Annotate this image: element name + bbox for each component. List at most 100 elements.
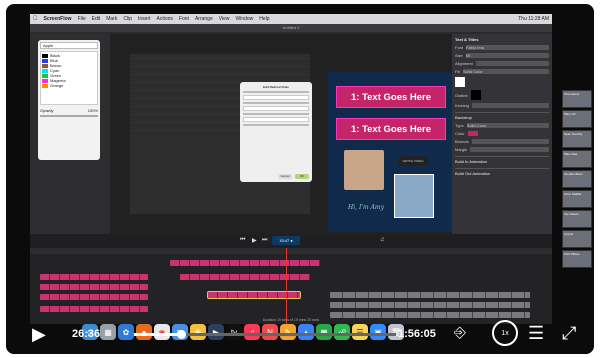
- signature-text: Hi, I'm Amy: [348, 204, 384, 211]
- volume-icon[interactable]: ♫: [380, 237, 385, 243]
- screenflow-window: Untitled 2 Edit Redirect Rule Cancel OK …: [30, 24, 552, 324]
- participant-tile[interactable]: Mary Mae: [562, 150, 592, 168]
- dialog-field[interactable]: [243, 95, 309, 100]
- opacity-label: Opacity: [40, 108, 54, 113]
- margin-slider[interactable]: [470, 147, 549, 152]
- inspector-title: Text & Titles: [455, 37, 479, 42]
- opacity-row: Opacity 100%: [40, 108, 98, 113]
- fullscreen-icon[interactable]: ⤢: [562, 324, 576, 342]
- timeline-ruler[interactable]: [30, 248, 552, 254]
- chapters-icon[interactable]: ☰: [528, 324, 544, 342]
- fill-select[interactable]: Solid Color: [463, 69, 549, 74]
- participant-tile[interactable]: Mary Ott: [562, 110, 592, 128]
- color-label: Color: [455, 131, 465, 136]
- timeline-clip[interactable]: [40, 306, 148, 312]
- title-banner-bottom[interactable]: 1: Text Goes Here: [336, 118, 446, 140]
- bounds-label: Bounds: [455, 139, 469, 144]
- menu-item[interactable]: File: [78, 16, 86, 22]
- menu-item[interactable]: Mark: [106, 16, 117, 22]
- build-out-section[interactable]: Build Out Animation: [455, 168, 549, 176]
- timeline-clip[interactable]: [40, 274, 148, 280]
- color-swatch: [42, 68, 48, 73]
- timeline-clip[interactable]: [180, 274, 310, 280]
- build-in-section[interactable]: Build In Animation: [455, 156, 549, 164]
- alignment-buttons[interactable]: [475, 61, 549, 66]
- participant-tile[interactable]: Anne Shaffer: [562, 190, 592, 208]
- menu-item[interactable]: Clip: [123, 16, 132, 22]
- menu-item[interactable]: Help: [259, 16, 269, 22]
- timeline-clip[interactable]: [330, 292, 530, 298]
- webcam-overlay[interactable]: [394, 174, 434, 218]
- cancel-button[interactable]: Cancel: [278, 174, 292, 179]
- participant-tile[interactable]: Lisa M: [562, 230, 592, 248]
- size-field[interactable]: 60: [465, 53, 549, 58]
- ok-button[interactable]: OK: [295, 174, 309, 179]
- fill-color-swatch[interactable]: [455, 77, 465, 87]
- timecode-display: 15:47 ●: [272, 236, 300, 245]
- backdrop-color-swatch[interactable]: [467, 131, 478, 136]
- menu-item[interactable]: Insert: [138, 16, 151, 22]
- participant-tile[interactable]: Joe Nelson: [562, 210, 592, 228]
- menu-item[interactable]: Edit: [92, 16, 101, 22]
- playback-controls: ⏮ ▶ ⏭ 15:47 ● ♫: [30, 234, 552, 248]
- video-preview[interactable]: 1: Text Goes Here 1: Text Goes Here WATC…: [328, 72, 452, 232]
- remaining-time: 1:56:05: [398, 328, 436, 340]
- progress-bar[interactable]: [134, 330, 396, 339]
- watch-video-pill[interactable]: WATCH VIDEO: [398, 156, 428, 166]
- timeline-clip[interactable]: [330, 302, 530, 308]
- speed-control[interactable]: 1x: [492, 320, 518, 346]
- participant-tile[interactable]: Jennifer Brian: [562, 170, 592, 188]
- menubar:  ScreenFlow File Edit Mark Clip Insert …: [30, 14, 552, 24]
- participant-gallery: Tina Gainor Mary Ott Ryan Dorothy Mary M…: [562, 90, 594, 270]
- color-list-select[interactable]: Apple: [40, 42, 98, 49]
- menubar-clock: Thu 11:28 AM: [518, 16, 549, 22]
- inspector-panel: Text & Titles Font Fabio Ima Size 60 Align…: [452, 34, 552, 234]
- color-item[interactable]: Orange: [42, 83, 96, 88]
- title-banner-top[interactable]: 1: Text Goes Here: [336, 86, 446, 108]
- participant-tile[interactable]: Tina Gainor: [562, 90, 592, 108]
- forward-icon[interactable]: ⏭: [262, 237, 267, 244]
- menu-item[interactable]: Arrange: [195, 16, 213, 22]
- apple-icon[interactable]: : [33, 16, 38, 22]
- dialog-line: [243, 91, 309, 93]
- timeline[interactable]: Duration 19 secs of 19 mins 20 secs: [30, 248, 552, 324]
- type-select[interactable]: Solid Color: [466, 123, 549, 128]
- menu-item[interactable]: Window: [236, 16, 254, 22]
- progress-knob[interactable]: [177, 330, 187, 339]
- playhead[interactable]: [286, 248, 287, 324]
- participant-tile[interactable]: Paul Wilson: [562, 250, 592, 268]
- color-swatch: [42, 78, 48, 83]
- play-icon[interactable]: ▶: [252, 237, 257, 244]
- outline-color-swatch[interactable]: [470, 90, 481, 100]
- outline-label: Outline: [455, 92, 468, 98]
- kerning-field[interactable]: [471, 103, 549, 108]
- timeline-clip[interactable]: [40, 294, 148, 300]
- font-select[interactable]: Fabio Ima: [466, 45, 549, 50]
- dialog-title: Edit Redirect Rule: [263, 85, 289, 89]
- timeline-clip[interactable]: [170, 260, 320, 266]
- video-player-controls: ▶ 26:36 1:56:05 ⎆ 1x ☰ ⤢: [6, 316, 594, 354]
- presenter-video: [344, 150, 384, 190]
- menu-item[interactable]: Actions: [157, 16, 173, 22]
- dialog-line: [243, 113, 309, 115]
- dialog-line: [243, 124, 309, 126]
- captions-icon[interactable]: ⎆: [454, 325, 466, 340]
- menu-item[interactable]: View: [219, 16, 230, 22]
- participant-tile[interactable]: Ryan Dorothy: [562, 130, 592, 148]
- backdrop-section[interactable]: Backdrop: [455, 112, 549, 120]
- video-frame:  ScreenFlow File Edit Mark Clip Insert …: [6, 4, 594, 354]
- dialog-field[interactable]: [243, 106, 309, 111]
- opacity-slider[interactable]: [40, 115, 98, 117]
- bounds-slider[interactable]: [471, 139, 549, 144]
- canvas[interactable]: Edit Redirect Rule Cancel OK 1: Text Goe…: [110, 34, 452, 234]
- menu-item[interactable]: Font: [179, 16, 189, 22]
- redirect-dialog: Edit Redirect Rule Cancel OK: [240, 82, 312, 182]
- play-button-icon[interactable]: ▶: [32, 325, 46, 343]
- rewind-icon[interactable]: ⏮: [240, 237, 245, 244]
- dialog-field[interactable]: [243, 117, 309, 122]
- timeline-clip[interactable]: [40, 284, 148, 290]
- color-swatch: [42, 83, 48, 88]
- color-swatch: [42, 53, 48, 58]
- menubar-app-name[interactable]: ScreenFlow: [44, 16, 72, 22]
- margin-label: Margin: [455, 147, 468, 152]
